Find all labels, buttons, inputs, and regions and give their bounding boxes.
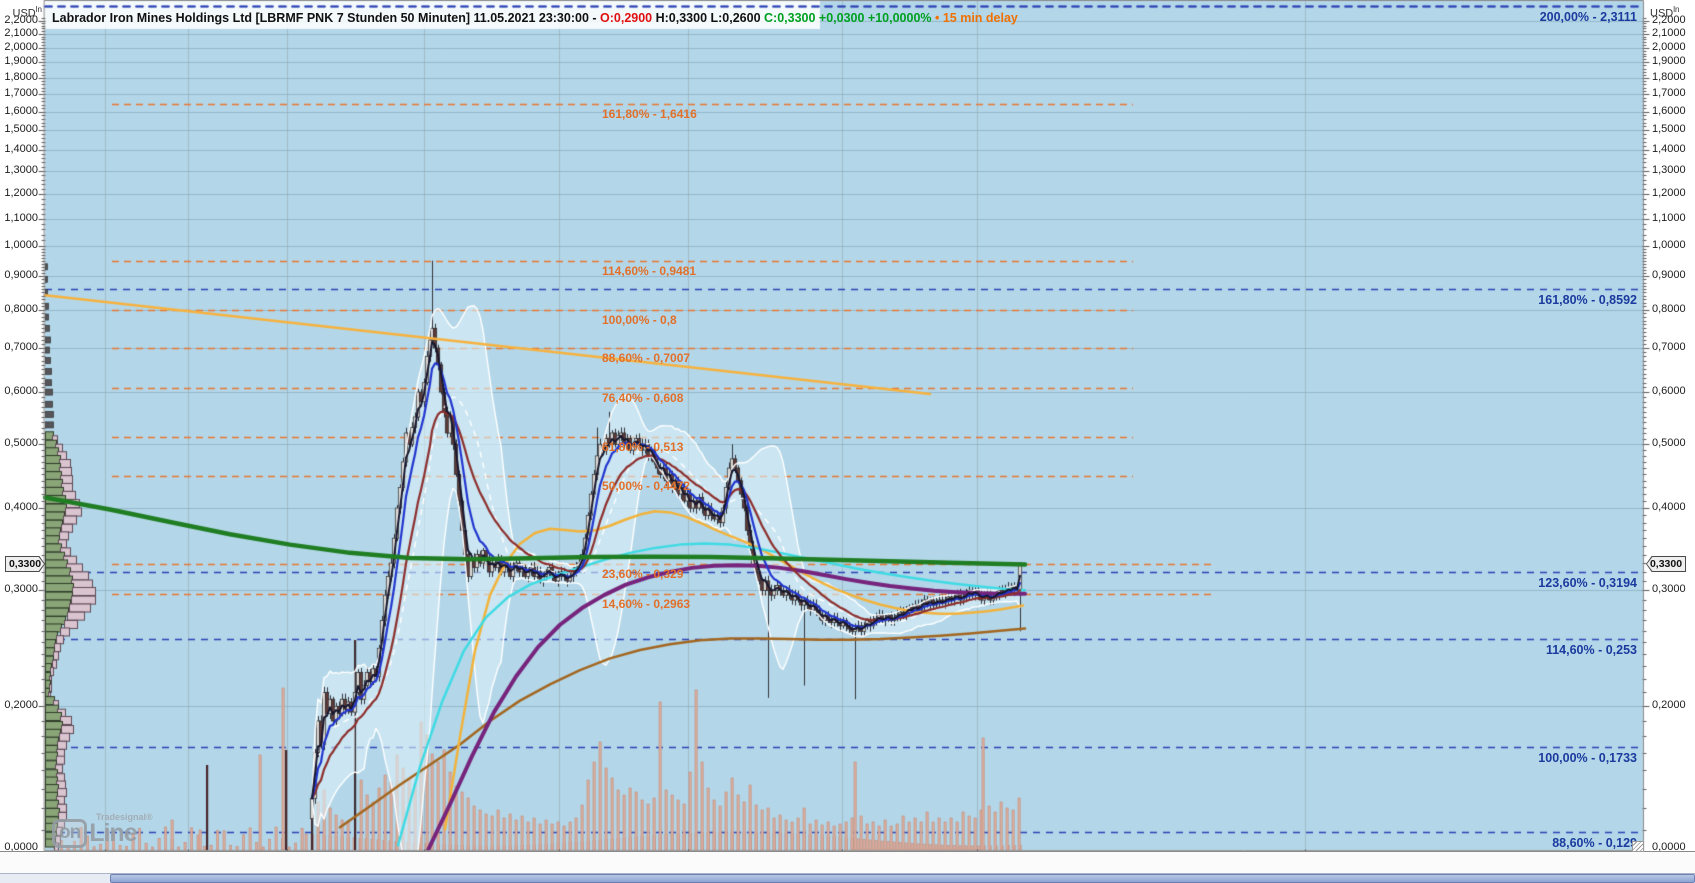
horizontal-scrollbar[interactable] xyxy=(0,873,1695,883)
x-axis-strip xyxy=(0,851,1695,873)
scrollbar-thumb[interactable] xyxy=(110,874,1695,883)
chart-window: Labrador Iron Mines Holdings Ltd [LBRMF … xyxy=(0,0,1695,883)
resize-handle[interactable] xyxy=(1632,841,1644,852)
current-price-tag-right: 0,3300 xyxy=(1646,556,1686,572)
price-chart-canvas[interactable] xyxy=(0,0,1695,883)
current-price-tag-left: 0,3300 xyxy=(5,556,45,572)
tradesignal-watermark: Tradesignal® on Line xyxy=(52,812,153,848)
watermark-logo-icon: on xyxy=(52,819,88,848)
watermark-logo-text: Line xyxy=(89,819,137,847)
